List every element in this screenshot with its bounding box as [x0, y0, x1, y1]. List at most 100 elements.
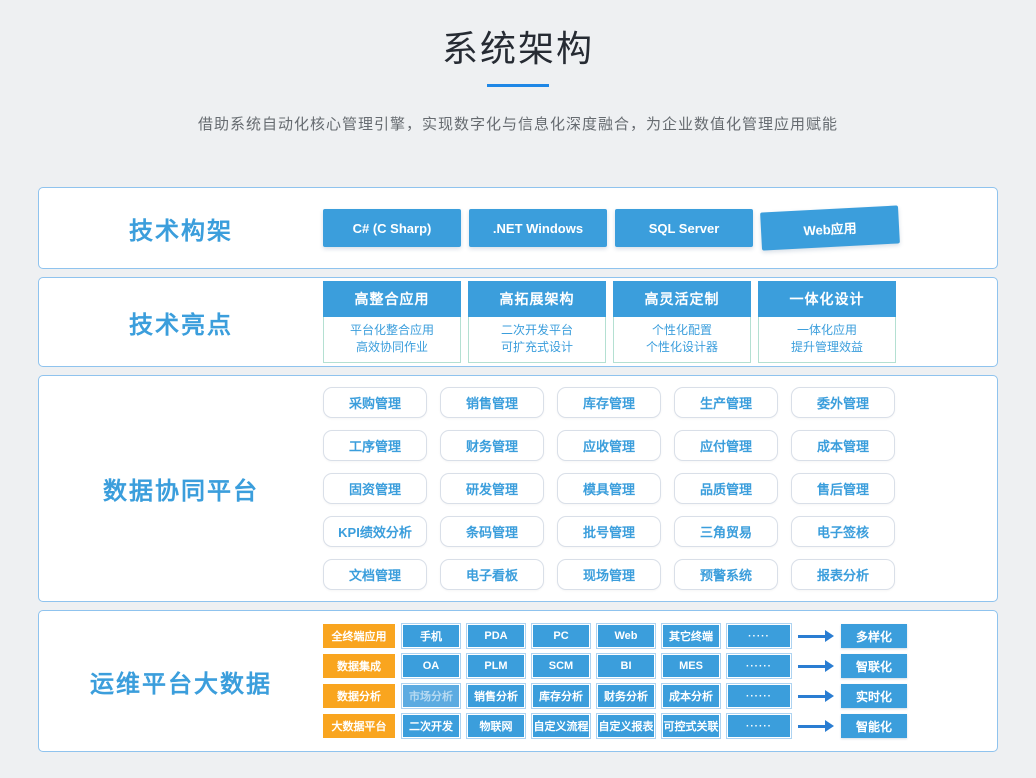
ops-chip-controllable-link[interactable]: 可控式关联 [662, 714, 720, 738]
module-button-quality[interactable]: 品质管理 [674, 473, 778, 504]
ops-result-interconnected[interactable]: 智联化 [841, 654, 907, 678]
highlight-card-body: 个性化配置 个性化设计器 [613, 317, 751, 363]
sections-container: 技术构架 C# (C Sharp) .NET Windows SQL Serve… [38, 187, 998, 752]
ops-row-analysis: 数据分析 市场分析 销售分析 库存分析 财务分析 成本分析 ······ 实时化 [323, 684, 907, 708]
module-button-purchase[interactable]: 采购管理 [323, 387, 427, 418]
module-button-fixed-assets[interactable]: 固资管理 [323, 473, 427, 504]
highlight-card-title: 高整合应用 [323, 281, 461, 317]
module-button-alert-system[interactable]: 预警系统 [674, 559, 778, 590]
right-arrow-icon [798, 690, 834, 702]
module-button-production[interactable]: 生产管理 [674, 387, 778, 418]
module-button-outsourcing[interactable]: 委外管理 [791, 387, 895, 418]
ops-chip-market-analysis[interactable]: 市场分析 [402, 684, 460, 708]
ops-chip-sales-analysis[interactable]: 销售分析 [467, 684, 525, 708]
ops-chip-custom-report[interactable]: 自定义报表 [597, 714, 655, 738]
module-button-kpi[interactable]: KPI绩效分析 [323, 516, 427, 547]
ops-chip-pda[interactable]: PDA [467, 624, 525, 648]
module-button-cost[interactable]: 成本管理 [791, 430, 895, 461]
ops-result-realtime[interactable]: 实时化 [841, 684, 907, 708]
ops-chip-cost-analysis[interactable]: 成本分析 [662, 684, 720, 708]
highlight-cards: 高整合应用 平台化整合应用 高效协同作业 高拓展架构 二次开发平台 可扩充式设计… [323, 281, 896, 363]
ops-row-bigdata-platform: 大数据平台 二次开发 物联网 自定义流程 自定义报表 可控式关联 ······ … [323, 714, 907, 738]
highlight-card-line: 个性化配置 [614, 322, 750, 339]
data-platform-label: 数据协同平台 [39, 471, 323, 506]
ops-chip-bi[interactable]: BI [597, 654, 655, 678]
highlight-card-title: 高拓展架构 [468, 281, 606, 317]
ops-category-data-integration[interactable]: 数据集成 [323, 654, 395, 678]
module-button-triangle-trade[interactable]: 三角贸易 [674, 516, 778, 547]
highlight-card-body: 平台化整合应用 高效协同作业 [323, 317, 461, 363]
ops-chip-mobile[interactable]: 手机 [402, 624, 460, 648]
module-button-e-board[interactable]: 电子看板 [440, 559, 544, 590]
module-button-batch[interactable]: 批号管理 [557, 516, 661, 547]
module-button-process[interactable]: 工序管理 [323, 430, 427, 461]
tech-highlights-label: 技术亮点 [39, 305, 323, 340]
page-subtitle: 借助系统自动化核心管理引擎，实现数字化与信息化深度融合，为企业数值化管理应用赋能 [0, 113, 1036, 134]
module-button-barcode[interactable]: 条码管理 [440, 516, 544, 547]
highlight-card-line: 可扩充式设计 [469, 339, 605, 356]
ops-chip-more[interactable]: ····· [727, 624, 791, 648]
ops-chip-mes[interactable]: MES [662, 654, 720, 678]
module-button-finance[interactable]: 财务管理 [440, 430, 544, 461]
module-button-document[interactable]: 文档管理 [323, 559, 427, 590]
ops-chip-more[interactable]: ······ [727, 684, 791, 708]
highlight-card-body: 一体化应用 提升管理效益 [758, 317, 896, 363]
tech-framework-label: 技术构架 [39, 211, 323, 246]
ops-result-intelligent[interactable]: 智能化 [841, 714, 907, 738]
tech-button-sql-server[interactable]: SQL Server [615, 209, 753, 247]
right-arrow-icon [798, 660, 834, 672]
ops-category-all-terminals[interactable]: 全终端应用 [323, 624, 395, 648]
ops-chip-iot[interactable]: 物联网 [467, 714, 525, 738]
section-tech-framework: 技术构架 C# (C Sharp) .NET Windows SQL Serve… [38, 187, 998, 269]
ops-chip-web[interactable]: Web [597, 624, 655, 648]
ops-chip-more[interactable]: ······ [727, 714, 791, 738]
ops-chip-scm[interactable]: SCM [532, 654, 590, 678]
highlight-card-title: 高灵活定制 [613, 281, 751, 317]
highlight-card-integration: 高整合应用 平台化整合应用 高效协同作业 [323, 281, 461, 363]
ops-chip-other-terminals[interactable]: 其它终端 [662, 624, 720, 648]
tech-framework-buttons: C# (C Sharp) .NET Windows SQL Server Web… [323, 209, 899, 247]
ops-chip-secondary-dev[interactable]: 二次开发 [402, 714, 460, 738]
ops-chip-inventory-analysis[interactable]: 库存分析 [532, 684, 590, 708]
highlight-card-all-in-one: 一体化设计 一体化应用 提升管理效益 [758, 281, 896, 363]
highlight-card-line: 高效协同作业 [324, 339, 460, 356]
highlight-card-line: 平台化整合应用 [324, 322, 460, 339]
module-button-receivable[interactable]: 应收管理 [557, 430, 661, 461]
ops-row-integration: 数据集成 OA PLM SCM BI MES ······ 智联化 [323, 654, 907, 678]
module-button-shopfloor[interactable]: 现场管理 [557, 559, 661, 590]
module-button-sales[interactable]: 销售管理 [440, 387, 544, 418]
tech-button-csharp[interactable]: C# (C Sharp) [323, 209, 461, 247]
ops-rows: 全终端应用 手机 PDA PC Web 其它终端 ····· 多样化 数据集成 … [323, 624, 907, 738]
right-arrow-icon [798, 720, 834, 732]
ops-row-terminals: 全终端应用 手机 PDA PC Web 其它终端 ····· 多样化 [323, 624, 907, 648]
ops-chip-custom-flow[interactable]: 自定义流程 [532, 714, 590, 738]
highlight-card-line: 一体化应用 [759, 322, 895, 339]
ops-chip-oa[interactable]: OA [402, 654, 460, 678]
ops-result-diversified[interactable]: 多样化 [841, 624, 907, 648]
module-button-rnd[interactable]: 研发管理 [440, 473, 544, 504]
module-button-report-analysis[interactable]: 报表分析 [791, 559, 895, 590]
module-button-e-signature[interactable]: 电子签核 [791, 516, 895, 547]
highlight-card-line: 提升管理效益 [759, 339, 895, 356]
tech-button-web-app[interactable]: Web应用 [760, 205, 900, 250]
module-button-payable[interactable]: 应付管理 [674, 430, 778, 461]
highlight-card-extensibility: 高拓展架构 二次开发平台 可扩充式设计 [468, 281, 606, 363]
module-button-after-sales[interactable]: 售后管理 [791, 473, 895, 504]
ops-category-data-analysis[interactable]: 数据分析 [323, 684, 395, 708]
module-button-mold[interactable]: 模具管理 [557, 473, 661, 504]
ops-bigdata-label: 运维平台大数据 [39, 664, 323, 699]
highlight-card-line: 个性化设计器 [614, 339, 750, 356]
ops-chip-plm[interactable]: PLM [467, 654, 525, 678]
highlight-card-line: 二次开发平台 [469, 322, 605, 339]
highlight-card-body: 二次开发平台 可扩充式设计 [468, 317, 606, 363]
tech-button-dotnet-windows[interactable]: .NET Windows [469, 209, 607, 247]
ops-chip-pc[interactable]: PC [532, 624, 590, 648]
page-title: 系统架构 [0, 0, 1036, 72]
ops-category-bigdata-platform[interactable]: 大数据平台 [323, 714, 395, 738]
system-architecture-page: 系统架构 借助系统自动化核心管理引擎，实现数字化与信息化深度融合，为企业数值化管… [0, 0, 1036, 778]
module-button-inventory[interactable]: 库存管理 [557, 387, 661, 418]
ops-chip-more[interactable]: ······ [727, 654, 791, 678]
ops-chip-finance-analysis[interactable]: 财务分析 [597, 684, 655, 708]
section-data-platform: 数据协同平台 采购管理 销售管理 库存管理 生产管理 委外管理 工序管理 财务管… [38, 375, 998, 602]
section-tech-highlights: 技术亮点 高整合应用 平台化整合应用 高效协同作业 高拓展架构 二次开发平台 可… [38, 277, 998, 367]
